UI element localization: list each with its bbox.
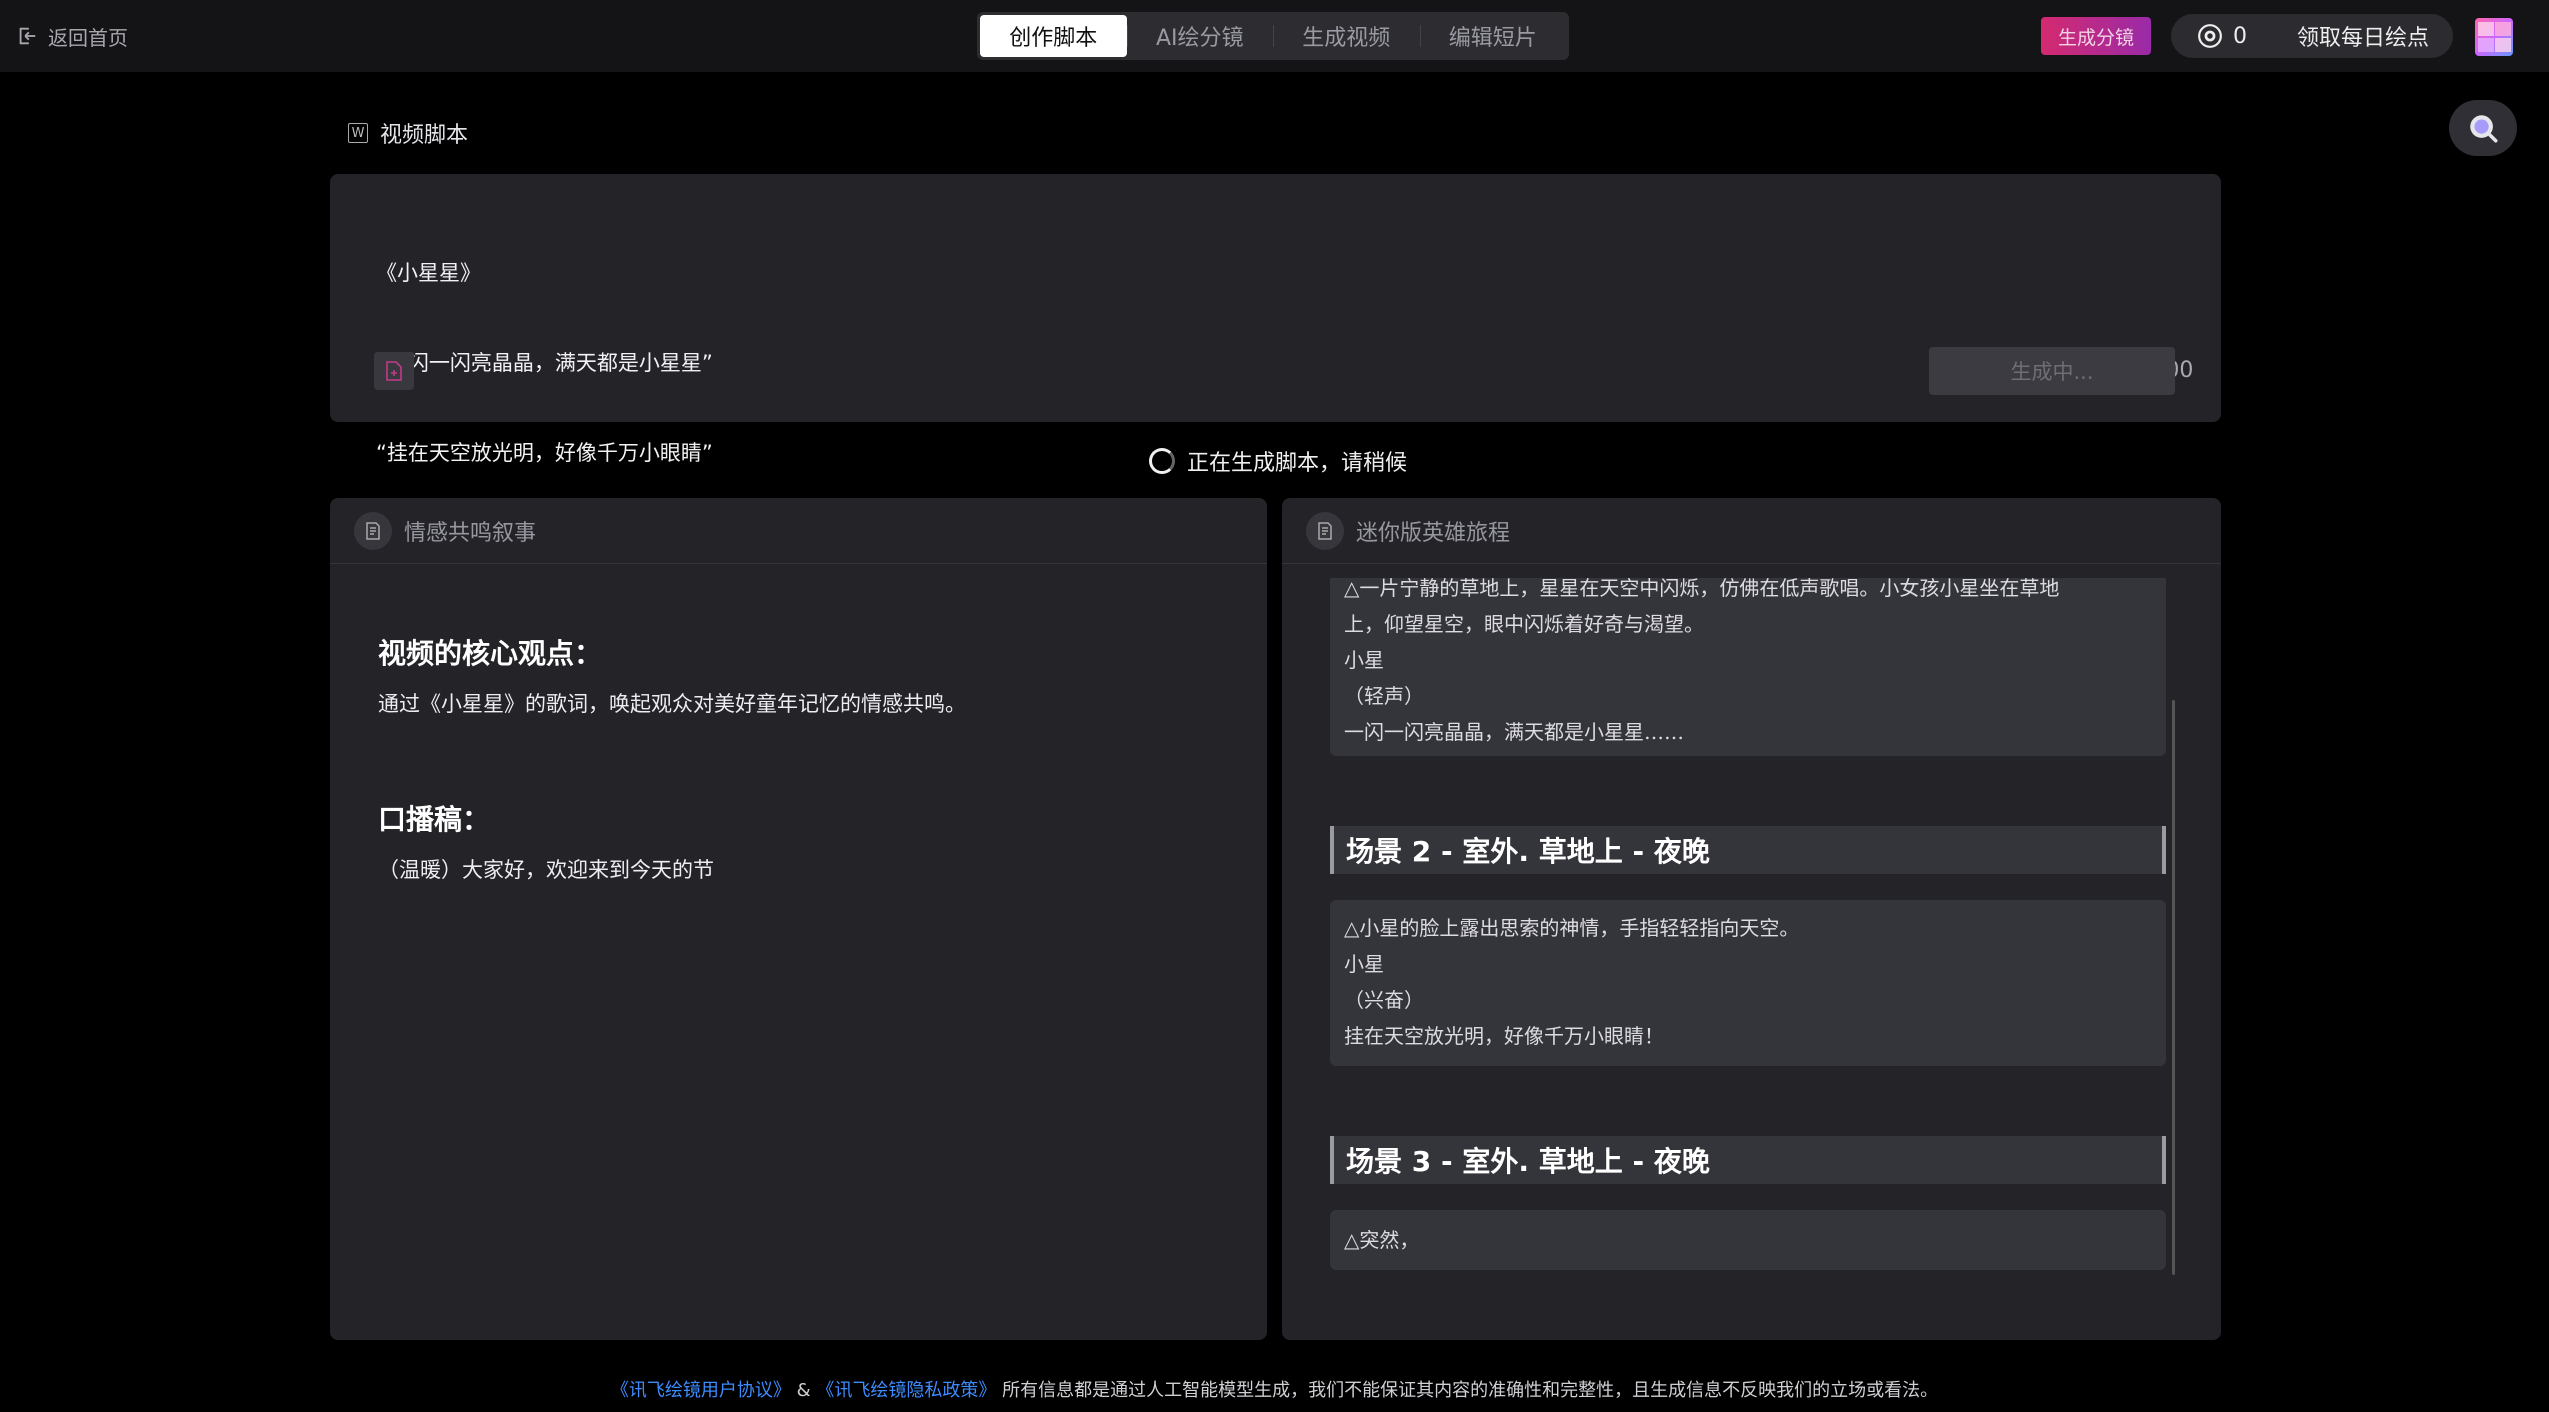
script-line: 《小星星》 <box>376 261 481 285</box>
left-panel-header[interactable]: 情感共鸣叙事 <box>330 498 1267 564</box>
back-home-label: 返回首页 <box>48 25 128 50</box>
tab-create-script[interactable]: 创作脚本 <box>980 15 1127 57</box>
status-text: 正在生成脚本，请稍候 <box>1187 451 1408 476</box>
scene-line: △突然， <box>1344 1228 1420 1252</box>
scene-line: （轻声） <box>1344 684 1424 708</box>
left-panel-title: 情感共鸣叙事 <box>404 520 537 546</box>
scene-card: △突然， <box>1330 1210 2166 1270</box>
logout-icon <box>19 27 36 45</box>
footer-disclaimer: 《讯飞绘镜用户协议》 & 《讯飞绘镜隐私政策》 所有信息都是通过人工智能模型生成… <box>0 1376 2549 1402</box>
voiceover-text: （温暖）大家好，欢迎来到今天的节 <box>378 858 714 882</box>
script-input[interactable]: 《小星星》 “一闪一闪亮晶晶，满天都是小星星” “挂在天空放光明，好像千万小眼睛… <box>376 198 713 528</box>
scene-heading: 场景 3 - 室外. 草地上 - 夜晚 <box>1330 1136 2166 1184</box>
scene-line: 挂在天空放光明，好像千万小眼睛！ <box>1344 1024 1664 1048</box>
footer-text: 所有信息都是通过人工智能模型生成，我们不能保证其内容的准确性和完整性，且生成信息… <box>1002 1380 1939 1401</box>
coin-icon <box>2198 24 2222 48</box>
points-pill: 0 领取每日绘点 <box>2171 14 2453 58</box>
section-title: 视频脚本 <box>380 123 469 148</box>
footer-amp: & <box>796 1380 811 1401</box>
scene-line: 上，仰望星空，眼中闪烁着好奇与渴望。 <box>1344 612 1704 636</box>
privacy-policy-link[interactable]: 《讯飞绘镜隐私政策》 <box>816 1380 996 1401</box>
scene-line: △一片宁静的草地上，星星在天空中闪烁，仿佛在低声歌唱。小女孩小星坐在草地 <box>1344 578 2060 600</box>
top-bar: 返回首页 创作脚本 AI绘分镜 生成视频 编辑短片 生成分镜 0 领取每日绘点 <box>0 0 2549 72</box>
script-line: “一闪一闪亮晶晶，满天都是小星星” <box>376 351 713 375</box>
scene-heading: 场景 2 - 室外. 草地上 - 夜晚 <box>1330 826 2166 874</box>
scene-scroll-area[interactable]: △一片宁静的草地上，星星在天空中闪烁，仿佛在低声歌唱。小女孩小星坐在草地 上，仰… <box>1282 578 2221 1340</box>
core-idea-heading: 视频的核心观点： <box>378 637 603 670</box>
upload-file-button[interactable] <box>374 352 414 390</box>
document-list-icon <box>354 511 392 550</box>
section-header: W 视频脚本 <box>348 118 468 148</box>
tab-generate-video[interactable]: 生成视频 <box>1273 15 1420 57</box>
tab-edit-short[interactable]: 编辑短片 <box>1419 15 1567 57</box>
generate-button[interactable]: 生成中... <box>1929 347 2175 395</box>
scene-line: 小星 <box>1344 648 1384 672</box>
right-panel-title: 迷你版英雄旅程 <box>1356 520 1511 546</box>
script-editor[interactable]: 《小星星》 “一闪一闪亮晶晶，满天都是小星星” “挂在天空放光明，好像千万小眼睛… <box>330 174 2221 465</box>
avatar[interactable] <box>2475 18 2513 56</box>
scene-line: （兴奋） <box>1344 988 1424 1012</box>
document-list-icon <box>1306 511 1344 550</box>
points-value: 0 <box>2233 23 2247 49</box>
tab-ai-storyboard[interactable]: AI绘分镜 <box>1126 15 1274 57</box>
right-panel-header[interactable]: 迷你版英雄旅程 <box>1282 498 2221 564</box>
back-home-link[interactable]: 返回首页 <box>16 22 128 50</box>
scene-line: 一闪一闪亮晶晶，满天都是小星星…… <box>1344 720 1684 744</box>
file-add-icon <box>386 361 402 381</box>
scrollbar[interactable] <box>2172 700 2175 1275</box>
scene-line: △小星的脸上露出思索的神情，手指轻轻指向天空。 <box>1344 916 1800 940</box>
scene-card: △一片宁静的草地上，星星在天空中闪烁，仿佛在低声歌唱。小女孩小星坐在草地 上，仰… <box>1330 578 2166 756</box>
scene-card: △小星的脸上露出思索的神情，手指轻轻指向天空。 小星 （兴奋） 挂在天空放光明，… <box>1330 900 2166 1066</box>
word-doc-icon: W <box>348 123 368 143</box>
assistant-button[interactable] <box>2449 100 2517 156</box>
right-script-panel: 迷你版英雄旅程 △一片宁静的草地上，星星在天空中闪烁，仿佛在低声歌唱。小女孩小星… <box>1282 498 2221 1340</box>
generation-status: 正在生成脚本，请稍候 <box>1149 446 1407 476</box>
loading-spinner-icon <box>1149 448 1175 474</box>
scene-line: 小星 <box>1344 952 1384 976</box>
core-idea-text: 通过《小星星》的歌词，唤起观众对美好童年记忆的情感共鸣。 <box>378 692 966 716</box>
left-script-panel: 情感共鸣叙事 视频的核心观点： 通过《小星星》的歌词，唤起观众对美好童年记忆的情… <box>330 498 1267 1340</box>
script-line: “挂在天空放光明，好像千万小眼睛” <box>376 441 713 465</box>
generate-storyboard-badge[interactable]: 生成分镜 <box>2041 17 2151 55</box>
search-chat-icon <box>2470 115 2498 143</box>
claim-daily-points-button[interactable]: 领取每日绘点 <box>2297 20 2429 52</box>
voiceover-heading: 口播稿： <box>378 803 491 836</box>
user-agreement-link[interactable]: 《讯飞绘镜用户协议》 <box>611 1380 791 1401</box>
step-tabs: 创作脚本 AI绘分镜 生成视频 编辑短片 <box>977 12 1569 60</box>
